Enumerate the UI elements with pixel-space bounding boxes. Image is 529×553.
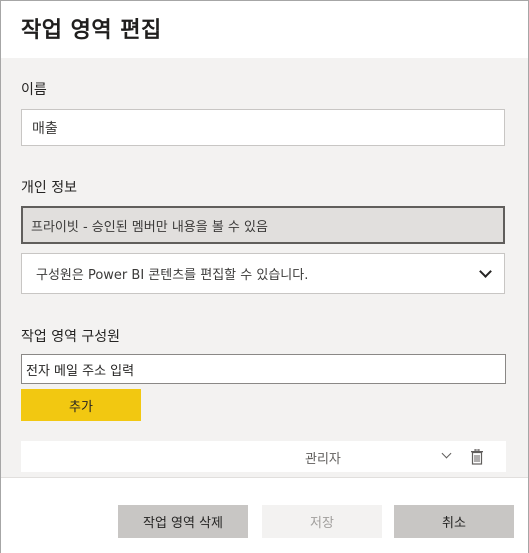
cancel-button[interactable]: 취소 (394, 505, 514, 538)
permission-select-value: 구성원은 Power BI 콘텐츠를 편집할 수 있습니다. (36, 268, 309, 283)
chevron-down-icon[interactable] (441, 448, 452, 459)
delete-workspace-button[interactable]: 작업 영역 삭제 (118, 505, 248, 538)
privacy-label: 개인 정보 (21, 180, 77, 196)
members-label: 작업 영역 구성원 (21, 329, 121, 345)
email-input[interactable]: 전자 메일 주소 입력 (21, 354, 506, 384)
edit-workspace-dialog: 작업 영역 편집 이름 매출 개인 정보 프라이빗 - 승인된 멤버만 내용을 … (0, 0, 529, 553)
dialog-header: 작업 영역 편집 (1, 1, 528, 58)
save-button[interactable]: 저장 (262, 505, 382, 538)
add-member-button[interactable]: 추가 (21, 389, 141, 421)
trash-icon[interactable] (470, 449, 484, 465)
dialog-footer: 작업 영역 삭제 저장 취소 (1, 477, 528, 553)
name-label: 이름 (21, 82, 47, 98)
privacy-field[interactable]: 프라이빗 - 승인된 멤버만 내용을 볼 수 있음 (21, 206, 505, 244)
name-input[interactable]: 매출 (21, 109, 505, 146)
dialog-title: 작업 영역 편집 (21, 18, 162, 43)
member-role-label[interactable]: 관리자 (305, 448, 341, 467)
chevron-down-icon (479, 265, 492, 278)
permission-select[interactable]: 구성원은 Power BI 콘텐츠를 편집할 수 있습니다. (21, 253, 505, 294)
member-row: 관리자 (21, 441, 506, 472)
